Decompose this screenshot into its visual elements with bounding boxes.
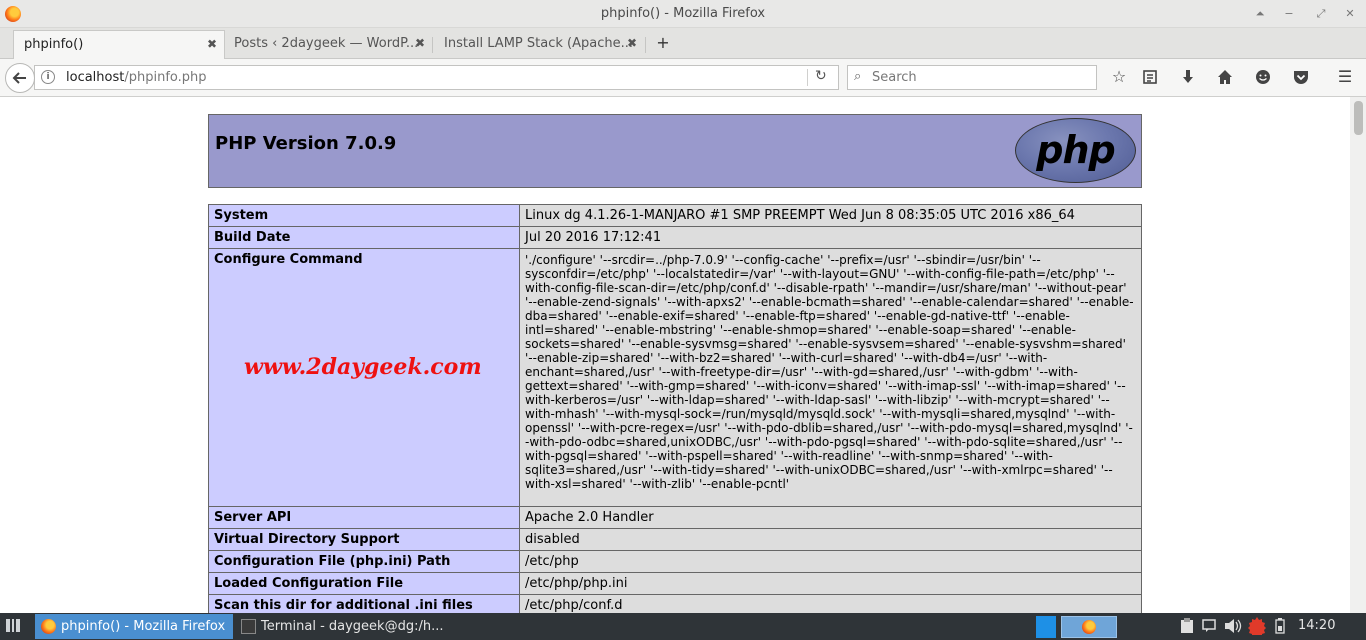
window-maximize-button[interactable]: ⤢	[1312, 5, 1330, 23]
tab-divider	[645, 37, 646, 53]
url-bar[interactable]: i localhost/phpinfo.php ↻	[34, 65, 839, 90]
pocket-icon[interactable]	[1290, 66, 1312, 88]
close-tab-icon[interactable]: ✖	[627, 36, 637, 50]
window-titlebar: phpinfo() - Mozilla Firefox ⏶ − ⤢ ✕	[0, 0, 1366, 28]
tab-label: Posts ‹ 2daygeek — WordP...	[234, 36, 419, 51]
row-value: /etc/php	[519, 550, 1142, 573]
close-tab-icon[interactable]: ✖	[415, 36, 425, 50]
site-info-icon[interactable]: i	[41, 70, 55, 84]
workspace-1[interactable]	[1036, 616, 1056, 638]
window-close-button[interactable]: ✕	[1341, 5, 1359, 23]
php-version-title: PHP Version 7.0.9	[215, 133, 397, 154]
hello-chat-icon[interactable]	[1252, 66, 1274, 88]
reload-icon[interactable]: ↻	[815, 68, 827, 84]
reading-list-icon[interactable]	[1139, 66, 1161, 88]
table-row: Loaded Configuration File /etc/php/php.i…	[208, 572, 1142, 595]
search-input[interactable]	[872, 69, 1082, 86]
window-shade-button[interactable]: ⏶	[1251, 5, 1269, 23]
row-value: Apache 2.0 Handler	[519, 506, 1142, 529]
url-divider	[807, 69, 808, 86]
row-key: Server API	[208, 506, 520, 529]
url-text[interactable]: localhost/phpinfo.php	[66, 70, 207, 85]
window-title: phpinfo() - Mozilla Firefox	[600, 6, 766, 21]
table-row: Virtual Directory Support disabled	[208, 528, 1142, 551]
row-key: Configuration File (php.ini) Path	[208, 550, 520, 573]
row-value: Linux dg 4.1.26-1-MANJARO #1 SMP PREEMPT…	[519, 204, 1142, 227]
clipboard-icon[interactable]	[1178, 616, 1196, 636]
table-row: System Linux dg 4.1.26-1-MANJARO #1 SMP …	[208, 204, 1142, 227]
table-row: Server API Apache 2.0 Handler	[208, 506, 1142, 529]
tab-divider	[432, 37, 433, 53]
search-icon: ⌕	[854, 69, 862, 84]
row-value: /etc/php/conf.d	[519, 594, 1142, 613]
row-key: Build Date	[208, 226, 520, 249]
firefox-icon	[1082, 620, 1096, 634]
volume-icon[interactable]	[1224, 616, 1242, 636]
app-menu-icon[interactable]	[4, 617, 22, 635]
back-button[interactable]	[5, 63, 35, 93]
taskbar-item-label: Terminal - daygeek@dg:/h...	[261, 619, 444, 634]
row-value: './configure' '--srcdir=../php-7.0.9' '-…	[519, 248, 1142, 507]
tab-label: Install LAMP Stack (Apache...	[444, 36, 633, 51]
url-path: /phpinfo.php	[124, 70, 207, 85]
tab-posts-2daygeek[interactable]: Posts ‹ 2daygeek — WordP... ✖	[224, 30, 432, 59]
tab-label: phpinfo()	[24, 37, 84, 52]
back-arrow-icon	[12, 72, 26, 84]
close-tab-icon[interactable]: ✖	[207, 37, 217, 51]
taskbar-clock[interactable]: 14:20	[1298, 618, 1335, 633]
table-row: Configuration File (php.ini) Path /etc/p…	[208, 550, 1142, 573]
table-row: Scan this dir for additional .ini files …	[208, 594, 1142, 613]
watermark-text: www.2daygeek.com	[244, 354, 482, 380]
php-logo[interactable]: php	[1015, 118, 1136, 183]
vertical-scrollbar[interactable]	[1350, 97, 1366, 613]
window-minimize-button[interactable]: −	[1280, 5, 1298, 23]
search-bar[interactable]: ⌕	[847, 65, 1097, 90]
taskbar-item-label: phpinfo() - Mozilla Firefox	[61, 619, 226, 634]
page-content: PHP Version 7.0.9 php System Linux dg 4.…	[0, 97, 1350, 613]
hamburger-menu-icon[interactable]: ☰	[1334, 66, 1356, 88]
home-icon[interactable]	[1214, 66, 1236, 88]
firefox-icon	[41, 619, 56, 634]
workspace-2[interactable]	[1061, 616, 1117, 638]
row-key: Virtual Directory Support	[208, 528, 520, 551]
php-version-header: PHP Version 7.0.9 php	[208, 114, 1142, 188]
tab-phpinfo[interactable]: phpinfo() ✖	[13, 30, 225, 59]
php-logo-text: php	[1036, 128, 1115, 172]
row-key: Loaded Configuration File	[208, 572, 520, 595]
terminal-icon	[241, 619, 256, 634]
row-value: disabled	[519, 528, 1142, 551]
row-value: Jul 20 2016 17:12:41	[519, 226, 1142, 249]
tab-install-lamp[interactable]: Install LAMP Stack (Apache... ✖	[434, 30, 644, 59]
bookmark-star-icon[interactable]: ☆	[1108, 66, 1130, 88]
downloads-icon[interactable]	[1177, 66, 1199, 88]
url-host: localhost	[66, 70, 125, 85]
row-key: Scan this dir for additional .ini files	[208, 594, 520, 613]
battery-icon[interactable]	[1271, 616, 1289, 636]
taskbar-item-firefox[interactable]: phpinfo() - Mozilla Firefox	[35, 614, 233, 639]
row-key: System	[208, 204, 520, 227]
new-tab-button[interactable]: +	[654, 33, 672, 53]
update-notifier-icon[interactable]	[1248, 616, 1266, 639]
table-row: Build Date Jul 20 2016 17:12:41	[208, 226, 1142, 249]
row-value: /etc/php/php.ini	[519, 572, 1142, 595]
taskbar-item-terminal[interactable]: Terminal - daygeek@dg:/h...	[235, 614, 445, 639]
scrollbar-thumb[interactable]	[1354, 101, 1363, 135]
chat-icon[interactable]	[1200, 616, 1218, 636]
phpinfo-table: System Linux dg 4.1.26-1-MANJARO #1 SMP …	[208, 204, 1142, 613]
